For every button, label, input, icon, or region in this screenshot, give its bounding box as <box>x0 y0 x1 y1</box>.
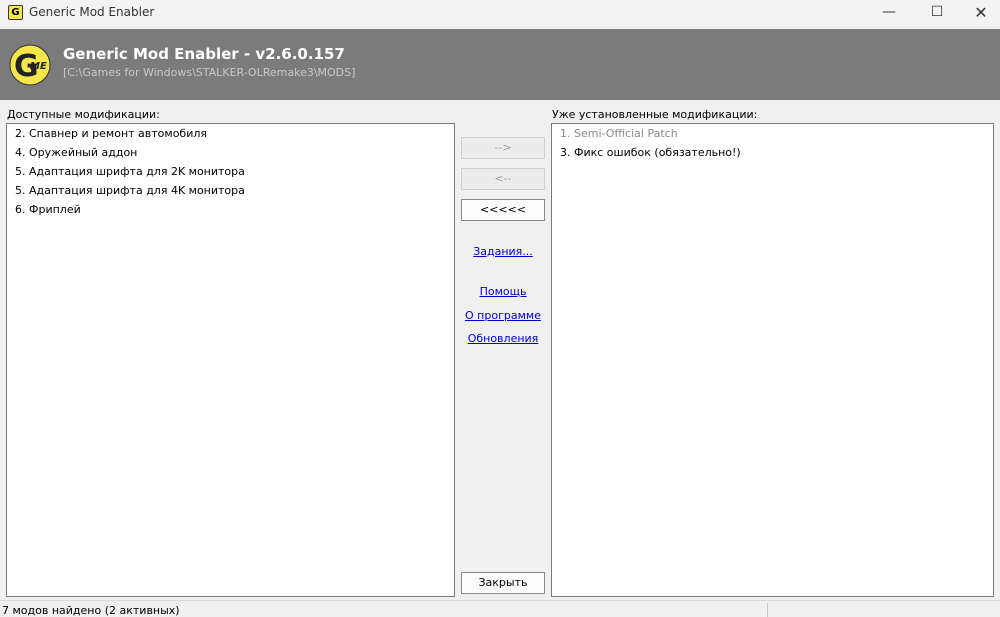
gme-logo-icon: G ME <box>9 44 51 86</box>
installed-mods-label: Уже установленные модификации: <box>552 108 758 121</box>
about-link[interactable]: О программе <box>461 309 545 322</box>
installed-mod-item[interactable]: 3. Фикс ошибок (обязательно!) <box>552 143 993 162</box>
title-bar: G Generic Mod Enabler — ☐ ✕ <box>0 0 1000 25</box>
logo-sub: ME <box>30 61 47 72</box>
installed-mods-list[interactable]: 1. Semi-Official Patch 3. Фикс ошибок (о… <box>551 123 994 597</box>
available-mods-list[interactable]: 2. Спавнер и ремонт автомобиля 4. Оружей… <box>6 123 455 597</box>
installed-mod-item[interactable]: 1. Semi-Official Patch <box>552 124 993 143</box>
close-window-button[interactable]: ✕ <box>958 0 1000 25</box>
available-mod-item[interactable]: 5. Адаптация шрифта для 4K монитора <box>7 181 454 200</box>
activate-mod-button[interactable]: --> <box>461 137 545 159</box>
app-name: Generic Mod Enabler - v2.6.0.157 <box>63 45 345 63</box>
available-mod-item[interactable]: 2. Спавнер и ремонт автомобиля <box>7 124 454 143</box>
available-mods-label: Доступные модификации: <box>7 108 160 121</box>
updates-link[interactable]: Обновления <box>461 332 545 345</box>
deactivate-all-button[interactable]: <<<<< <box>461 199 545 221</box>
available-mod-item[interactable]: 6. Фриплей <box>7 200 454 219</box>
status-text: 7 модов найдено (2 активных) <box>2 604 180 617</box>
tasks-link[interactable]: Задания... <box>461 245 545 258</box>
gme-app-icon: G <box>8 5 23 20</box>
available-mod-item[interactable]: 5. Адаптация шрифта для 2K монитора <box>7 162 454 181</box>
help-link[interactable]: Помощь <box>461 285 545 298</box>
status-separator <box>767 603 768 617</box>
window-title: Generic Mod Enabler <box>29 5 155 19</box>
maximize-button[interactable]: ☐ <box>914 0 960 25</box>
deactivate-mod-button[interactable]: <-- <box>461 168 545 190</box>
close-button[interactable]: Закрыть <box>461 572 545 594</box>
mods-path: [C:\Games for Windows\STALKER-OLRemake3\… <box>63 66 356 79</box>
app-header: G ME Generic Mod Enabler - v2.6.0.157 [C… <box>0 29 1000 100</box>
minimize-button[interactable]: — <box>866 0 912 25</box>
available-mod-item[interactable]: 4. Оружейный аддон <box>7 143 454 162</box>
status-bar: 7 модов найдено (2 активных) <box>0 600 1000 617</box>
